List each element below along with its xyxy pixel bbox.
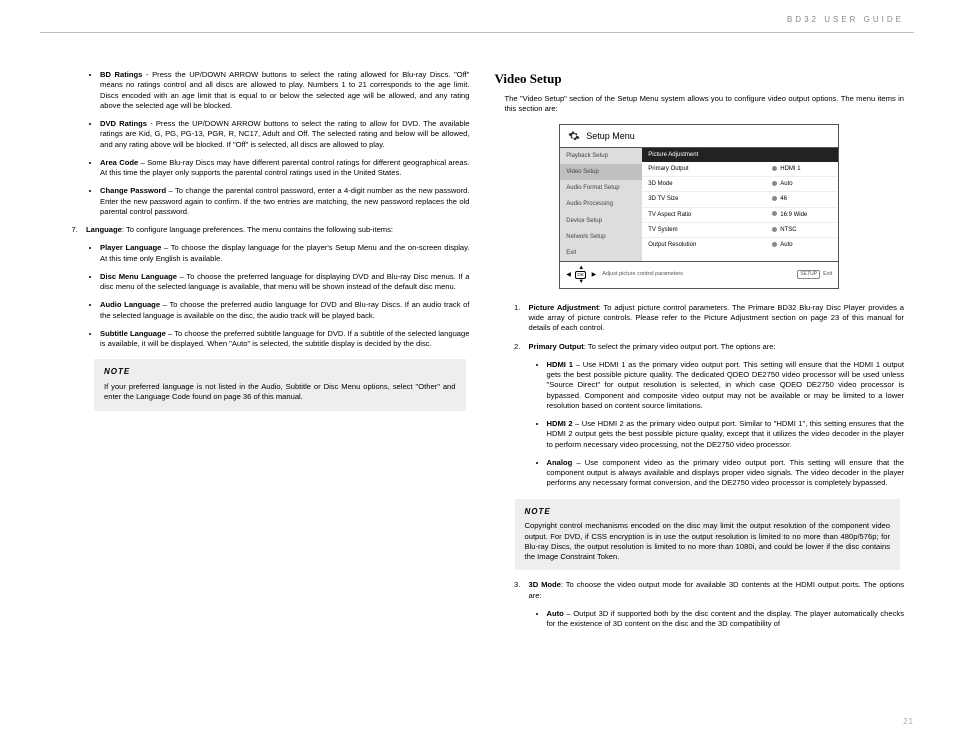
note-label: NOTE [104,367,456,378]
top-rule [40,32,914,33]
section-heading: Video Setup [495,70,905,88]
nav-item: Network Setup [560,229,642,245]
list-item: Primary Output: To select the primary vi… [523,342,905,489]
setup-menu-row: 3D TV Size46 [642,192,838,207]
nav-item: Device Setup [560,213,642,229]
setup-menu-row: 3D ModeAuto [642,177,838,192]
footer-exit: Exit [823,271,832,278]
list-item: HDMI 1 – Use HDMI 1 as the primary video… [547,360,905,411]
list-item: Player Language – To choose the display … [100,243,470,264]
note-text: Copyright control mechanisms encoded on … [525,521,891,561]
nav-item: Audio Processing [560,196,642,212]
list-item: Auto – Output 3D if supported both by th… [547,609,905,630]
gear-icon [568,130,580,142]
list-item: Disc Menu Language – To choose the prefe… [100,272,470,293]
setup-menu-title-row: Setup Menu [560,125,838,147]
list-item-language: Language: To configure language preferen… [80,225,470,235]
nav-item-active: Video Setup [560,164,642,180]
note-text: If your preferred language is not listed… [104,382,456,401]
setup-menu-left-nav: Playback Setup Video Setup Audio Format … [560,148,642,261]
setup-menu-row: Primary OutputHDMI 1 [642,162,838,177]
setup-menu-row: TV SystemNTSC [642,223,838,238]
list-item: Audio Language – To choose the preferred… [100,300,470,321]
list-item: HDMI 2 – Use HDMI 2 as the primary video… [547,419,905,450]
setup-menu-figure: Setup Menu Playback Setup Video Setup Au… [559,124,839,289]
list-item: Analog – Use component video as the prim… [547,458,905,489]
setup-menu-title: Setup Menu [586,130,635,142]
note-block: NOTE If your preferred language is not l… [94,359,466,410]
setup-menu-right-pane: Picture Adjustment Primary OutputHDMI 1 … [642,148,838,261]
right-ordered-list: Picture Adjustment: To adjust picture co… [495,303,905,489]
setup-menu-row: TV Aspect Ratio16:9 Wide [642,208,838,223]
left-column: BD Ratings - Press the UP/DOWN ARROW but… [60,70,470,718]
page-header: BD32 USER GUIDE [787,15,904,24]
setup-pill: SETUP [797,270,820,279]
setup-menu-header-row: Picture Adjustment [642,148,838,162]
list-item: DVD Ratings - Press the UP/DOWN ARROW bu… [100,119,470,150]
nav-pad-icon: ▲▼◀▶ OK [566,266,596,284]
language-sub-bullets: Player Language – To choose the display … [60,243,470,349]
section-intro: The "Video Setup" section of the Setup M… [495,94,905,115]
nav-item: Audio Format Setup [560,180,642,196]
content-columns: BD Ratings - Press the UP/DOWN ARROW but… [60,70,904,718]
footer-hint: Adjust picture control parameters [602,271,683,278]
list-item: Change Password – To change the parental… [100,186,470,217]
note-label: NOTE [525,507,891,518]
list-item: BD Ratings - Press the UP/DOWN ARROW but… [100,70,470,111]
setup-menu-row: Output ResolutionAuto [642,238,838,252]
setup-menu-footer: ▲▼◀▶ OK Adjust picture control parameter… [560,261,838,288]
note-block: NOTE Copyright control mechanisms encode… [515,499,901,571]
list-item: Picture Adjustment: To adjust picture co… [523,303,905,334]
nav-item: Exit [560,245,642,261]
right-ordered-list-cont: 3D Mode: To choose the video output mode… [495,580,905,629]
numbered-list: Language: To configure language preferen… [60,225,470,235]
top-bullet-list: BD Ratings - Press the UP/DOWN ARROW but… [60,70,470,217]
nav-item: Playback Setup [560,148,642,164]
page-number: 21 [903,717,914,726]
right-column: Video Setup The "Video Setup" section of… [495,70,905,718]
list-item: Area Code – Some Blu-ray Discs may have … [100,158,470,179]
list-item: Subtitle Language – To choose the prefer… [100,329,470,350]
list-item: 3D Mode: To choose the video output mode… [523,580,905,629]
